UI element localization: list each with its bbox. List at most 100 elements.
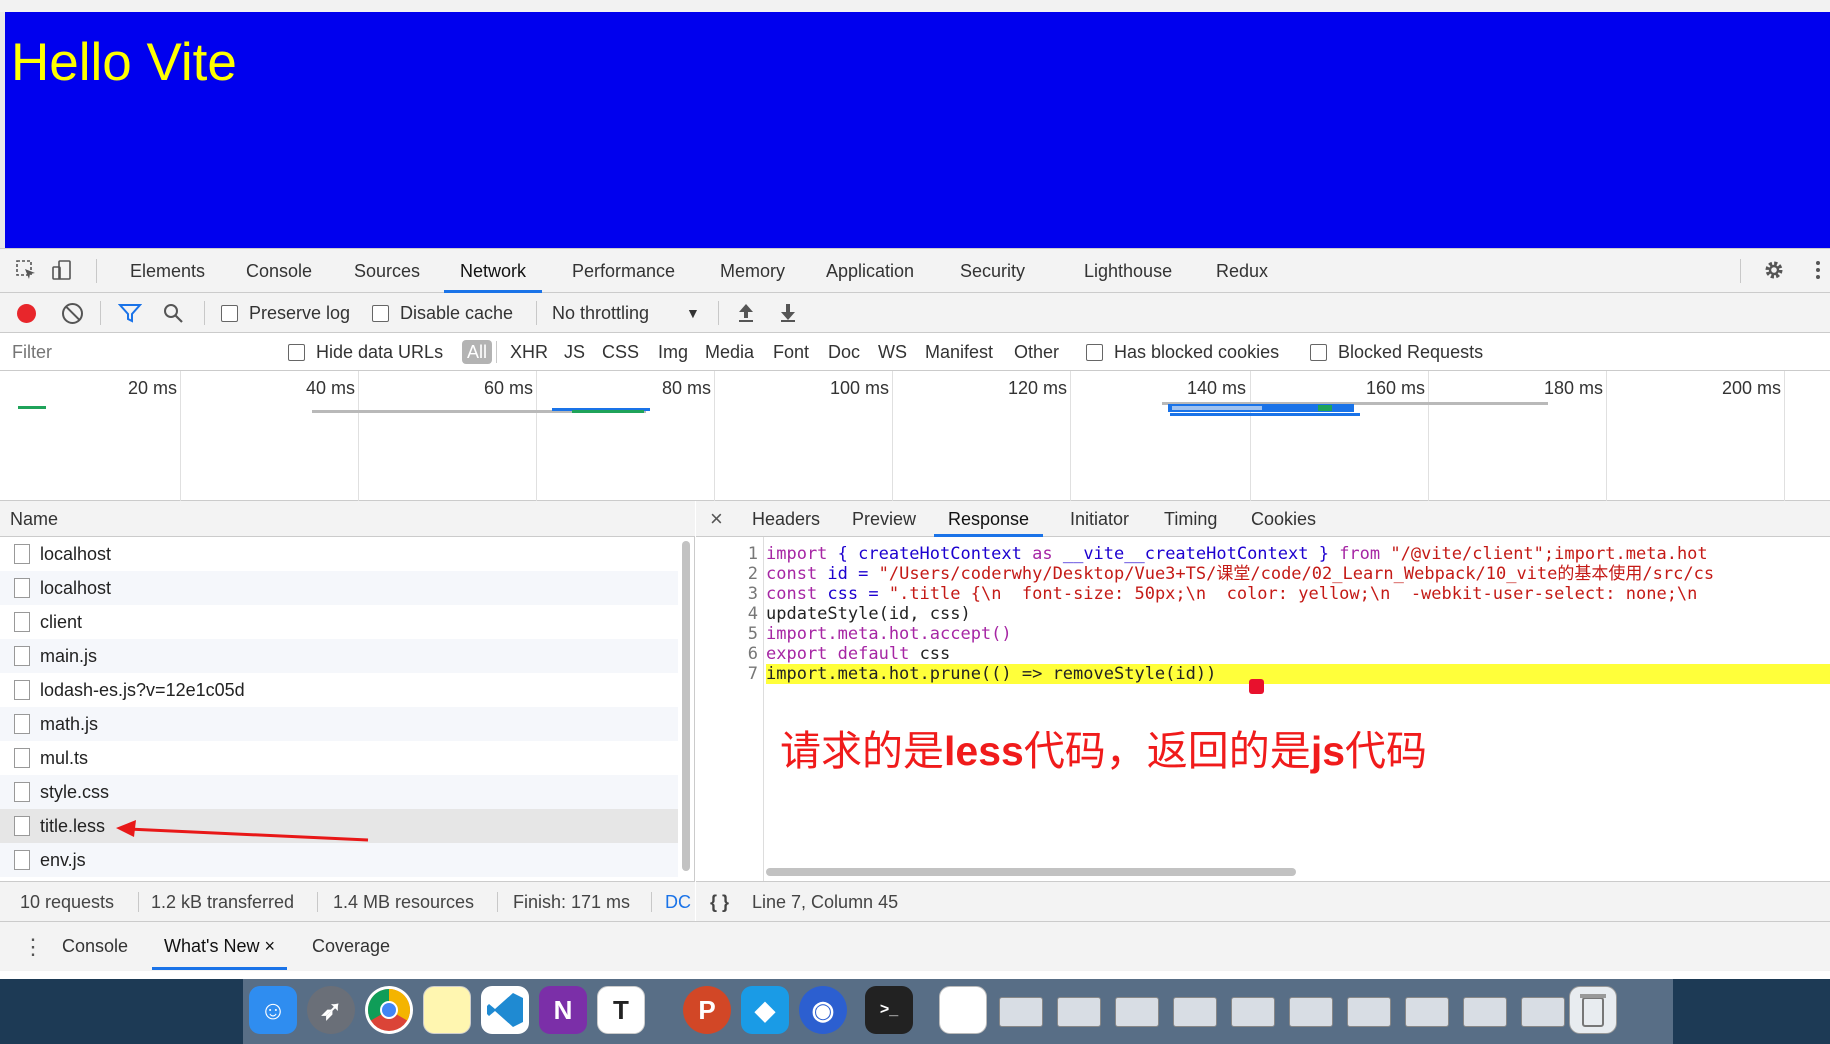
device-toolbar-icon[interactable] xyxy=(50,259,74,283)
toolbar-divider xyxy=(536,301,537,325)
request-row[interactable]: lodash-es.js?v=12e1c05d xyxy=(0,673,678,707)
tab-security[interactable]: Security xyxy=(956,249,1029,293)
filter-type-media[interactable]: Media xyxy=(705,333,754,371)
tick-label: 140 ms xyxy=(1186,378,1246,398)
drawer-tab-whats-new[interactable]: What's New × xyxy=(152,922,287,970)
line-number: 4 xyxy=(747,604,758,624)
tab-sources[interactable]: Sources xyxy=(350,249,424,293)
timeline-bar xyxy=(1318,405,1332,411)
tab-cookies[interactable]: Cookies xyxy=(1251,501,1316,537)
has-blocked-cookies-checkbox[interactable] xyxy=(1086,344,1103,361)
search-icon[interactable] xyxy=(162,302,184,329)
minimized-window[interactable] xyxy=(1405,997,1449,1027)
filter-type-other[interactable]: Other xyxy=(1014,333,1059,371)
powerpoint-icon[interactable]: P xyxy=(683,986,731,1034)
summary-divider xyxy=(138,892,139,912)
request-row[interactable]: localhost xyxy=(0,571,678,605)
tab-timing[interactable]: Timing xyxy=(1164,501,1217,537)
line-number: 6 xyxy=(747,644,758,664)
request-row[interactable]: style.css xyxy=(0,775,678,809)
drawer-tab-coverage[interactable]: Coverage xyxy=(312,922,390,970)
minimized-window[interactable] xyxy=(1173,997,1217,1027)
filter-type-all[interactable]: All xyxy=(462,340,493,364)
tab-console[interactable]: Console xyxy=(242,249,316,293)
tab-initiator[interactable]: Initiator xyxy=(1070,501,1129,537)
filter-type-ws[interactable]: WS xyxy=(878,333,907,371)
tab-application[interactable]: Application xyxy=(822,249,918,293)
more-vertical-icon[interactable] xyxy=(1806,259,1830,283)
tab-elements[interactable]: Elements xyxy=(126,249,209,293)
minimized-window[interactable] xyxy=(1057,997,1101,1027)
filter-type-xhr[interactable]: XHR xyxy=(510,333,548,371)
request-row[interactable]: math.js xyxy=(0,707,678,741)
line-number-gutter: 1 2 3 4 5 6 7 xyxy=(696,537,764,881)
launchpad-icon[interactable]: ➶ xyxy=(307,986,355,1034)
disable-cache-checkbox[interactable] xyxy=(372,305,389,322)
filter-type-doc[interactable]: Doc xyxy=(828,333,860,371)
minimized-window[interactable] xyxy=(1521,997,1565,1027)
blocked-requests-checkbox[interactable] xyxy=(1310,344,1327,361)
vscode-icon[interactable] xyxy=(481,986,529,1034)
hide-data-urls-checkbox[interactable] xyxy=(288,344,305,361)
tab-response[interactable]: Response xyxy=(934,501,1044,537)
export-har-icon[interactable] xyxy=(778,302,798,329)
document-icon[interactable] xyxy=(939,986,987,1034)
filter-icon[interactable] xyxy=(117,302,143,329)
request-row[interactable]: localhost xyxy=(0,537,678,571)
close-icon[interactable]: × xyxy=(710,501,723,537)
request-row[interactable]: mul.ts xyxy=(0,741,678,775)
minimized-window[interactable] xyxy=(1463,997,1507,1027)
minimized-window[interactable] xyxy=(1347,997,1391,1027)
inspect-element-icon[interactable] xyxy=(14,259,38,283)
gear-icon[interactable] xyxy=(1762,259,1786,283)
request-row[interactable]: main.js xyxy=(0,639,678,673)
request-row[interactable]: client xyxy=(0,605,678,639)
chevron-down-icon[interactable]: ▼ xyxy=(686,293,700,333)
typora-icon[interactable]: T xyxy=(597,986,645,1034)
tab-redux[interactable]: Redux xyxy=(1212,249,1272,293)
request-name: math.js xyxy=(40,714,99,734)
filter-type-manifest[interactable]: Manifest xyxy=(925,333,993,371)
tab-headers[interactable]: Headers xyxy=(752,501,820,537)
tab-preview[interactable]: Preview xyxy=(852,501,916,537)
filter-input[interactable] xyxy=(4,338,266,366)
tab-performance[interactable]: Performance xyxy=(568,249,679,293)
close-icon[interactable]: × xyxy=(264,936,275,956)
response-code-viewer[interactable]: import { createHotContext as __vite__cre… xyxy=(766,544,1830,844)
filter-type-js[interactable]: JS xyxy=(564,333,585,371)
minimized-window[interactable] xyxy=(1231,997,1275,1027)
chrome-icon[interactable] xyxy=(365,986,413,1034)
request-row-selected[interactable]: title.less xyxy=(0,809,678,843)
filter-type-img[interactable]: Img xyxy=(658,333,688,371)
more-vertical-icon[interactable]: ⋮ xyxy=(22,932,44,962)
import-har-icon[interactable] xyxy=(736,302,756,329)
throttling-select[interactable]: No throttling xyxy=(552,293,649,333)
filter-type-font[interactable]: Font xyxy=(773,333,809,371)
request-row[interactable]: env.js xyxy=(0,843,678,877)
tab-network[interactable]: Network xyxy=(444,249,543,293)
minimized-window[interactable] xyxy=(1289,997,1333,1027)
clear-icon[interactable] xyxy=(62,303,83,324)
screen-recorder-icon[interactable]: ◉ xyxy=(799,986,847,1034)
trash-icon[interactable] xyxy=(1569,986,1617,1034)
code-line: import.meta.hot.accept() xyxy=(766,624,1012,644)
minimized-window[interactable] xyxy=(999,997,1043,1027)
preserve-log-checkbox[interactable] xyxy=(221,305,238,322)
hide-data-urls-label: Hide data URLs xyxy=(316,342,444,362)
paw-icon[interactable]: ◆ xyxy=(741,986,789,1034)
filter-type-css[interactable]: CSS xyxy=(602,333,639,371)
onenote-icon[interactable]: N xyxy=(539,986,587,1034)
network-overview[interactable]: 20 ms 40 ms 60 ms 80 ms 100 ms 120 ms 14… xyxy=(0,371,1830,501)
drawer-tab-console[interactable]: Console xyxy=(62,922,128,970)
notes-icon[interactable] xyxy=(423,986,471,1034)
code-horizontal-scrollbar[interactable] xyxy=(766,868,1296,876)
tab-memory[interactable]: Memory xyxy=(716,249,789,293)
column-header-name[interactable]: Name xyxy=(0,501,695,537)
pretty-print-button[interactable]: { } xyxy=(710,882,729,922)
tab-lighthouse[interactable]: Lighthouse xyxy=(1080,249,1176,293)
minimized-window[interactable] xyxy=(1115,997,1159,1027)
request-list-scrollbar[interactable] xyxy=(682,541,690,871)
record-button[interactable] xyxy=(17,304,36,323)
terminal-icon[interactable]: >_ xyxy=(865,986,913,1034)
finder-icon[interactable]: ☺ xyxy=(249,986,297,1034)
